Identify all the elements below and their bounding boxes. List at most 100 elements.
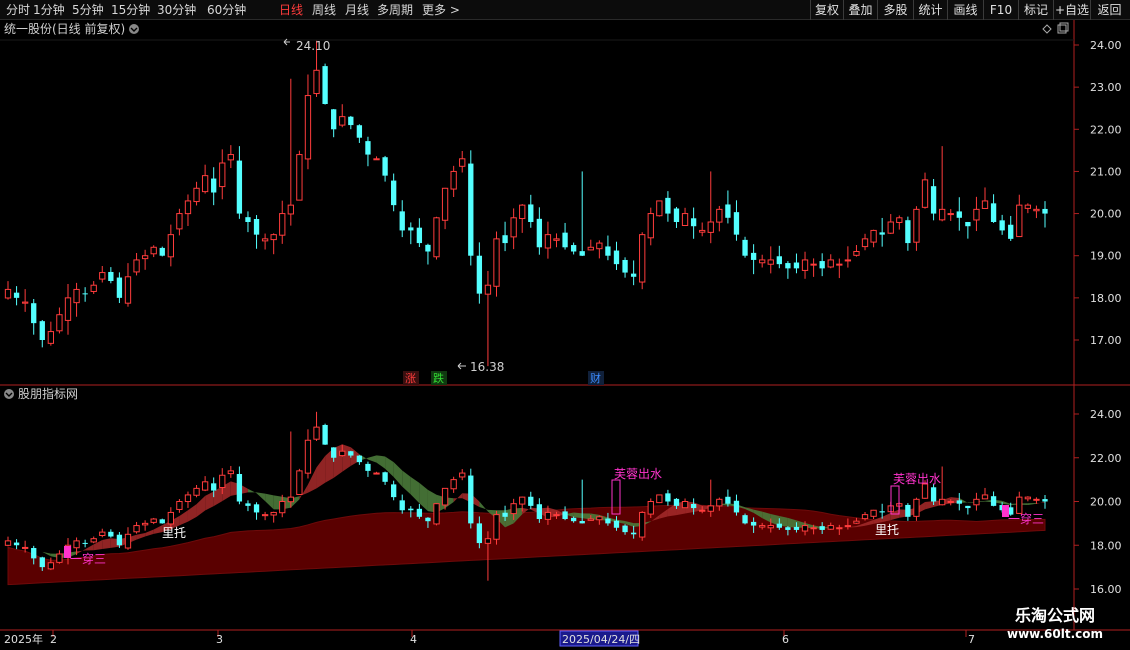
chevron-down-icon[interactable]: [4, 389, 14, 399]
candle-ind-body-113: [973, 498, 980, 506]
candle-main-body-120: [1033, 208, 1040, 212]
y-label-main-2: 22.00: [1090, 123, 1122, 136]
candle-main-body-4: [39, 321, 45, 340]
candle-ind-body-47: [408, 508, 414, 511]
candle-main-body-21: [184, 200, 192, 215]
candle-main-body-17: [150, 246, 157, 255]
candle-ind-body-85: [733, 500, 740, 513]
toolbar-button-7[interactable]: +自选: [1053, 0, 1090, 20]
candle-main-body-73: [630, 273, 637, 277]
candle-ind-body-62: [536, 504, 543, 519]
svg-text:2025年: 2025年: [4, 632, 43, 646]
candle-ind-18: [159, 518, 165, 524]
period-tab-0[interactable]: 分时: [6, 1, 30, 19]
candle-main-body-108: [930, 186, 937, 214]
candle-ind-body-49: [425, 517, 431, 522]
period-tab-5[interactable]: 60分钟: [207, 1, 246, 19]
candle-main-body-85: [733, 212, 740, 235]
period-tab-2[interactable]: 5分钟: [72, 1, 104, 19]
candle-main-body-63: [544, 234, 552, 249]
candle-ind-body-10: [90, 538, 97, 543]
candle-ind-body-96: [827, 525, 834, 530]
candle-ind-body-81: [699, 509, 706, 512]
period-tab-7[interactable]: 周线: [312, 1, 336, 19]
candle-ind-body-77: [665, 493, 671, 502]
candle-ind-body-58: [502, 512, 508, 517]
candle-ind-body-44: [382, 472, 388, 482]
candle-main-74: [639, 232, 646, 290]
svg-text:7: 7: [968, 633, 975, 646]
candle-ind-body-30: [261, 514, 269, 517]
candle-main-body-57: [493, 238, 500, 287]
candle-main-body-116: [999, 220, 1005, 231]
candle-main-body-67: [579, 251, 585, 256]
candle-ind-body-26: [227, 470, 234, 475]
candle-main-body-84: [725, 204, 731, 218]
candle-ind-body-24: [211, 483, 217, 491]
candle-ind-body-11: [99, 531, 106, 537]
candle-main-body-24: [211, 178, 217, 193]
candle-main-body-80: [690, 218, 697, 227]
candle-ind-body-79: [681, 501, 689, 509]
candle-ind-body-71: [613, 520, 620, 528]
svg-text:6: 6: [782, 633, 789, 646]
period-tab-4[interactable]: 30分钟: [157, 1, 196, 19]
candle-main-body-101: [870, 229, 877, 243]
candle-ind-body-114: [981, 494, 989, 500]
event-badge-fall[interactable]: 跌: [431, 371, 447, 385]
candle-main-body-98: [844, 259, 852, 262]
period-tab-9[interactable]: 多周期: [377, 1, 413, 19]
candle-main-body-64: [553, 238, 560, 241]
toolbar-button-5[interactable]: F10: [983, 0, 1018, 20]
candle-main-body-25: [219, 162, 226, 188]
candle-main-body-83: [716, 208, 723, 223]
candle-ind-54: [468, 468, 474, 529]
candle-ind-body-32: [279, 501, 286, 514]
y-label-main-3: 21.00: [1090, 165, 1122, 178]
candle-ind-body-60: [519, 496, 526, 505]
toolbar-button-4[interactable]: 画线: [947, 0, 983, 20]
toolbar-button-8[interactable]: 返回: [1090, 0, 1128, 20]
candle-main-body-56: [484, 284, 492, 295]
candle-main-body-75: [647, 213, 654, 239]
candle-main-body-81: [699, 229, 706, 233]
toolbar-button-0[interactable]: 复权: [810, 0, 843, 20]
svg-text:涨: 涨: [405, 372, 416, 385]
candle-ind-body-109: [939, 498, 946, 506]
cursor-date: 2025/04/24/四: [562, 633, 640, 646]
event-badge-finance[interactable]: 财: [588, 371, 604, 385]
period-tab-6[interactable]: 日线: [279, 1, 303, 19]
event-badge-rise[interactable]: 涨: [403, 371, 419, 385]
period-toolbar: 分时 1分钟 5分钟 15分钟 30分钟 60分钟 日线 周线 月线 多周期 更多 > 复权 叠加 多股统…: [0, 0, 1130, 20]
candle-main-body-6: [56, 314, 63, 332]
signal-lituo-1: 里托: [162, 526, 186, 540]
chevron-down-icon[interactable]: [129, 24, 139, 34]
candle-ind-body-99: [853, 520, 860, 524]
candle-main-body-95: [819, 261, 825, 269]
toolbar-button-6[interactable]: 标记: [1018, 0, 1053, 20]
ribbon-seg-67: [573, 512, 583, 519]
candle-main-body-86: [742, 239, 748, 256]
candle-main-body-34: [296, 154, 303, 201]
period-tab-1[interactable]: 1分钟: [33, 1, 65, 19]
period-tab-3[interactable]: 15分钟: [111, 1, 150, 19]
toolbar-button-2[interactable]: 多股: [877, 0, 913, 20]
candle-main-body-82: [707, 221, 714, 233]
signal-furong-2: 芙蓉出水: [893, 472, 941, 486]
candle-main-body-11: [99, 272, 106, 280]
candle-main-18: [159, 246, 165, 257]
candle-ind-body-41: [356, 455, 363, 463]
toolbar-button-1[interactable]: 叠加: [843, 0, 877, 20]
candle-ind-body-52: [450, 479, 457, 490]
candle-ind-body-82: [707, 505, 714, 512]
toolbar-button-3[interactable]: 统计: [913, 0, 947, 20]
y-label-main-5: 19.00: [1090, 250, 1122, 263]
period-tab-8[interactable]: 月线: [345, 1, 369, 19]
candle-ind-body-50: [433, 503, 440, 525]
candle-main-body-38: [331, 109, 337, 130]
candle-ind-body-34: [296, 470, 303, 496]
candle-main-body-103: [887, 221, 894, 234]
period-tab-10[interactable]: 更多 >: [422, 1, 460, 19]
candle-ind-body-2: [21, 546, 29, 549]
candle-ind-body-17: [150, 518, 157, 523]
